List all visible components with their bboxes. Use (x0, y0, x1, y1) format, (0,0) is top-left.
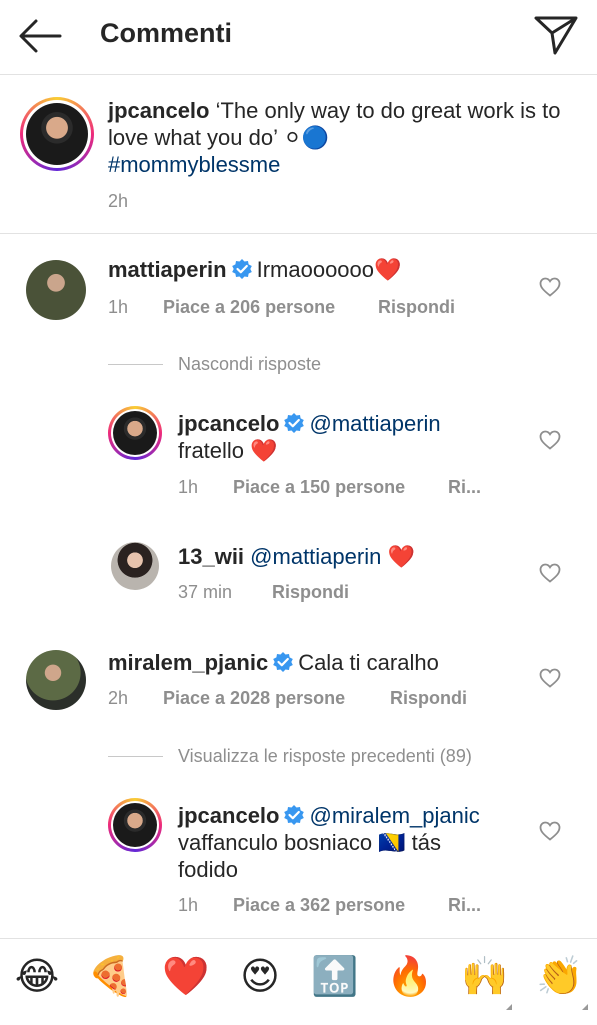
comment-row: mattiaperin Irmaoooooo❤️ (108, 256, 401, 283)
reply-username[interactable]: 13_wii (178, 544, 244, 569)
reply-row: jpcancelo @miralem_pjanic vaffanculo bosn… (178, 802, 480, 883)
caption-hashtag[interactable]: #mommyblessme (108, 152, 280, 177)
reply-mention[interactable]: @mattiaperin (309, 411, 440, 436)
comment-text: Irmaoooooo❤️ (256, 257, 402, 282)
emoji-variant-indicator (506, 1004, 512, 1010)
emoji-pizza[interactable]: 🍕 (84, 955, 138, 999)
heart-outline-icon[interactable] (539, 277, 561, 297)
verified-badge-icon (284, 805, 305, 825)
reply-row: jpcancelo @mattiaperin fratello ❤️ (178, 410, 441, 464)
reply-row: 13_wii @mattiaperin ❤️ (178, 543, 415, 570)
reply-button[interactable]: Rispondi (378, 297, 455, 318)
emoji-raising-hands[interactable]: 🙌 (458, 955, 512, 999)
caption-username[interactable]: jpcancelo (108, 98, 209, 123)
header-bar: Commenti (0, 0, 597, 75)
reply-text-continued: fodido (178, 857, 238, 882)
comment-time: 1h (108, 297, 129, 317)
reply-button[interactable]: Ri... (448, 477, 481, 498)
caption-avatar[interactable] (20, 97, 94, 171)
caption-divider (0, 233, 597, 234)
page-title: Commenti (100, 18, 233, 48)
comment-time: 2h (108, 688, 129, 708)
emoji-variant-indicator (582, 1004, 588, 1010)
heart-outline-icon[interactable] (539, 430, 561, 450)
comment-username[interactable]: miralem_pjanic (108, 650, 268, 675)
thread-line (108, 364, 163, 365)
emoji-red-heart[interactable]: ❤️ (159, 955, 213, 999)
reply-text: ❤️ (387, 544, 415, 569)
avatar[interactable] (108, 798, 162, 852)
view-previous-replies[interactable]: Visualizza le risposte precedenti (89) (178, 746, 472, 767)
direct-send-icon[interactable] (533, 14, 579, 56)
avatar[interactable] (108, 406, 162, 460)
reply-text: vaffanculo bosniaco 🇧🇦 tás (178, 830, 442, 855)
verified-badge-icon (284, 413, 305, 433)
avatar[interactable] (26, 260, 86, 320)
comment-username[interactable]: mattiaperin (108, 257, 227, 282)
comment-likes[interactable]: Piace a 2028 persone (163, 688, 345, 709)
heart-outline-icon[interactable] (539, 668, 561, 688)
verified-badge-icon (231, 259, 252, 279)
reply-button[interactable]: Rispondi (390, 688, 467, 709)
reply-username[interactable]: jpcancelo (178, 411, 279, 436)
avatar[interactable] (111, 542, 159, 590)
avatar[interactable] (26, 650, 86, 710)
back-arrow-icon[interactable] (18, 18, 62, 54)
reply-button[interactable]: Rispondi (272, 582, 349, 603)
reply-mention[interactable]: @miralem_pjanic (309, 803, 479, 828)
verified-badge-icon (273, 652, 293, 672)
comment-text: Cala ti caralho (298, 650, 439, 675)
reply-mention[interactable]: @mattiaperin (250, 544, 381, 569)
emoji-tears-of-joy[interactable]: 😂 (10, 955, 64, 999)
reply-text: fratello ❤️ (178, 438, 278, 463)
emoji-fire[interactable]: 🔥 (383, 955, 437, 999)
comment-row: miralem_pjanic Cala ti caralho (108, 649, 439, 676)
reply-button[interactable]: Ri... (448, 895, 481, 916)
reply-likes[interactable]: Piace a 150 persone (233, 477, 405, 498)
emoji-heart-eyes[interactable]: 😍 (233, 955, 287, 999)
emoji-top-arrow[interactable]: 🔝 (308, 955, 362, 999)
caption-time: 2h (108, 191, 129, 211)
caption-text-block: jpcancelo ‘The only way to do great work… (108, 97, 568, 178)
reply-username[interactable]: jpcancelo (178, 803, 279, 828)
thread-line (108, 756, 163, 757)
emoji-clapping-hands[interactable]: 👏 (533, 955, 587, 999)
reply-time: 1h (178, 895, 199, 915)
reply-time: 1h (178, 477, 199, 497)
heart-outline-icon[interactable] (539, 821, 561, 841)
reply-likes[interactable]: Piace a 362 persone (233, 895, 405, 916)
hide-replies-toggle[interactable]: Nascondi risposte (178, 354, 321, 375)
reply-time: 37 min (178, 582, 233, 602)
comment-likes[interactable]: Piace a 206 persone (163, 297, 335, 318)
heart-outline-icon[interactable] (539, 563, 561, 583)
